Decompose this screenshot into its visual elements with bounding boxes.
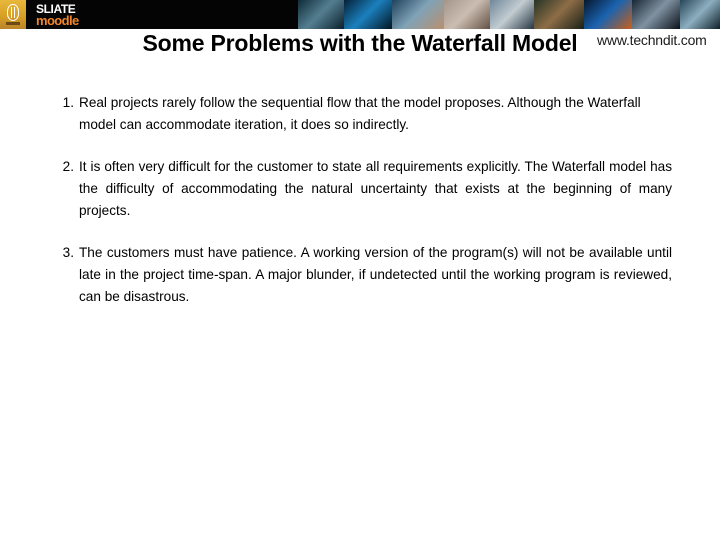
- banner-spacer: [78, 0, 298, 29]
- brand-wordmark: SLIATE moodle: [36, 2, 79, 27]
- list-item-number: 2.: [62, 159, 74, 174]
- list-item: 1. Real projects rarely follow the seque…: [0, 92, 720, 136]
- astronaut-tech-photo: [298, 0, 344, 29]
- cloud-screens-touch-photo: [392, 0, 444, 29]
- list-item: 3. The customers must have patience. A w…: [0, 242, 720, 308]
- banner-thumbnail-strip: [298, 0, 720, 29]
- header-banner: SLIATE moodle: [0, 0, 720, 29]
- brand-logo[interactable]: SLIATE moodle: [0, 0, 79, 29]
- list-item: 2. It is often very difficult for the cu…: [0, 156, 720, 222]
- robot-ai-face-photo: [632, 0, 680, 29]
- sliate-crest-emblem-icon: [0, 0, 26, 29]
- eye-closeup-photo: [680, 0, 720, 29]
- crest-shield-shape: [7, 4, 19, 21]
- earth-sun-space-photo: [584, 0, 632, 29]
- list-item-text: The customers must have patience. A work…: [79, 245, 672, 304]
- brand-name-secondary: moodle: [36, 13, 79, 28]
- family-baby-photo: [444, 0, 490, 29]
- list-item-number: 3.: [62, 245, 74, 260]
- hands-keyboard-photo: [490, 0, 534, 29]
- list-item-text: It is often very difficult for the custo…: [79, 159, 672, 218]
- classroom-students-photo: [534, 0, 584, 29]
- crest-base-shape: [6, 22, 20, 25]
- watermark-text: www.techndit.com: [597, 32, 707, 48]
- list-item-number: 1.: [62, 95, 74, 110]
- problems-list: 1. Real projects rarely follow the seque…: [0, 92, 720, 328]
- list-item-text: Real projects rarely follow the sequenti…: [79, 95, 641, 132]
- blue-globe-network-photo: [344, 0, 392, 29]
